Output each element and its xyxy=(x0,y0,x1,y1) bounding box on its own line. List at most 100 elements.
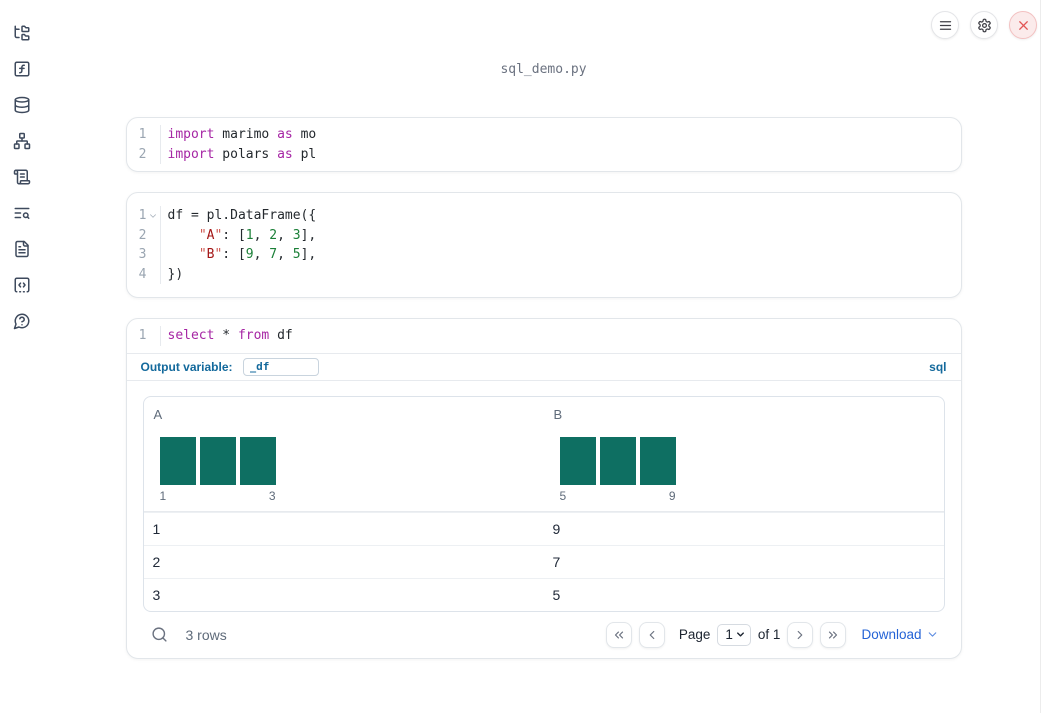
function-square-icon xyxy=(14,61,30,77)
network-icon xyxy=(13,132,31,150)
table-cell: 5 xyxy=(552,586,561,603)
column-histogram[interactable] xyxy=(559,436,934,485)
code-editor[interactable]: 1 2 import marimo as mo import polars as pl xyxy=(127,118,961,171)
line-number-text: 4 xyxy=(138,266,147,282)
code-line: "B": [9, 7, 5], xyxy=(198,247,317,262)
line-number-gutter: 1 2 3 4 xyxy=(127,206,161,284)
code-lines: df = pl.DataFrame({ "A": [1, 2, 3], "B":… xyxy=(161,206,317,284)
chevron-left-icon xyxy=(649,630,655,639)
table-footer: 3 rows Page 1 of 1 Download xyxy=(143,612,945,658)
sidebar-item-data-sources[interactable] xyxy=(13,96,31,114)
fold-slot-empty xyxy=(147,125,160,145)
page-select-value: 1 xyxy=(725,627,733,642)
fold-slot-empty xyxy=(147,226,160,246)
code-cell-imports: 1 2 import marimo as mo import polars as pl xyxy=(125,117,962,172)
output-variable-input[interactable] xyxy=(242,357,319,376)
file-text-icon xyxy=(15,240,29,258)
cells-container: 1 2 import marimo as mo import polars as pl… xyxy=(125,117,962,659)
column-name[interactable]: B xyxy=(554,407,563,422)
chevron-down-icon xyxy=(736,632,744,637)
histogram-range-labels: 13 xyxy=(160,489,276,503)
sidebar-item-help[interactable] xyxy=(13,312,31,330)
page-label: Page xyxy=(678,627,711,642)
line-number: 4 xyxy=(127,265,160,285)
row-count: 3 rows xyxy=(185,626,227,643)
notebook-main: sql_demo.py 1 2 import marimo as mo import … xyxy=(44,0,1043,713)
histogram-bar xyxy=(239,436,276,485)
output-variable-row: Output variable: sql xyxy=(126,352,961,381)
text-search-icon xyxy=(14,207,30,219)
column-histogram[interactable] xyxy=(159,436,534,485)
fold-slot-empty xyxy=(147,245,160,265)
search-icon xyxy=(151,627,167,642)
code-line: df = pl.DataFrame({ xyxy=(167,208,317,223)
table-row: 35 xyxy=(143,577,944,611)
sidebar-item-outline[interactable] xyxy=(13,168,31,186)
code-lines: import marimo as mo import polars as pl xyxy=(161,125,317,164)
line-number: 1 xyxy=(127,125,160,145)
code-cell-dataframe: 1 2 3 4 df = pl.DataFrame({ "A": [1, 2, 3], … xyxy=(125,192,962,298)
pagination: Page 1 of 1 Download xyxy=(605,621,939,648)
code-square-dashed-icon xyxy=(14,277,30,293)
code-editor[interactable]: 1 select * from df xyxy=(127,319,961,353)
sidebar-item-documentation[interactable] xyxy=(13,240,31,258)
sidebar-item-variables[interactable] xyxy=(13,60,31,78)
next-page-button[interactable] xyxy=(787,621,814,648)
chevron-down-icon[interactable] xyxy=(148,211,158,221)
fold-slot-empty xyxy=(147,145,160,165)
line-number-text: 2 xyxy=(138,227,147,243)
histogram-bar xyxy=(599,436,636,485)
column-header: B 59 xyxy=(544,397,944,511)
line-number-gutter: 1 xyxy=(127,326,161,346)
code-line: }) xyxy=(167,266,184,282)
line-number-text: 1 xyxy=(138,127,147,142)
chevrons-left-icon xyxy=(614,631,623,638)
language-badge: sql xyxy=(929,359,947,374)
code-editor[interactable]: 1 2 3 4 df = pl.DataFrame({ "A": [1, 2, 3], … xyxy=(127,193,961,297)
table-header-row: A 13 B 59 xyxy=(143,397,944,512)
table-row: 19 xyxy=(143,511,944,545)
helper-panel-sidebar xyxy=(0,0,44,713)
histogram-bar xyxy=(199,436,236,485)
line-number-text: 1 xyxy=(138,208,147,223)
last-page-button[interactable] xyxy=(820,621,847,648)
histogram-bar xyxy=(159,436,196,485)
table-cell: 7 xyxy=(552,553,561,570)
sidebar-item-file-explorer[interactable] xyxy=(13,24,31,42)
fold-slot-empty xyxy=(147,265,160,285)
previous-page-button[interactable] xyxy=(638,621,665,648)
line-number-text: 2 xyxy=(138,146,147,162)
line-number: 2 xyxy=(127,145,160,165)
search-button[interactable] xyxy=(151,625,171,645)
table-cell: 9 xyxy=(552,520,561,537)
page-select[interactable]: 1 xyxy=(717,623,751,646)
sql-cell: 1select * from dfOutput variable:sql A 13 B… xyxy=(125,318,962,659)
histogram-range-labels: 59 xyxy=(560,489,676,503)
code-line: "A": [1, 2, 3], xyxy=(198,227,317,243)
page-total-label: of 1 xyxy=(757,627,781,642)
first-page-button[interactable] xyxy=(605,621,632,648)
scroll-text-icon xyxy=(13,169,31,185)
help-bubble-icon xyxy=(13,313,30,330)
histogram-min-label: 1 xyxy=(159,488,167,503)
column-name[interactable]: A xyxy=(154,407,163,422)
histogram-bar xyxy=(559,436,596,485)
table-row: 27 xyxy=(143,544,944,578)
notebook-filename: sql_demo.py xyxy=(500,62,587,77)
download-button[interactable]: Download xyxy=(861,627,938,642)
sidebar-item-dependencies[interactable] xyxy=(13,132,31,150)
chevrons-right-icon xyxy=(829,631,838,638)
chevron-right-icon xyxy=(798,630,803,639)
sidebar-item-snippets[interactable] xyxy=(13,276,31,294)
code-line: import polars as pl xyxy=(167,146,317,162)
line-number-text: 1 xyxy=(138,328,147,343)
table-cell: 2 xyxy=(152,553,161,570)
line-number: 2 xyxy=(127,226,160,246)
histogram-min-label: 5 xyxy=(559,488,567,503)
download-label: Download xyxy=(861,627,922,642)
table-cell: 1 xyxy=(152,520,161,537)
line-number: 1 xyxy=(127,326,160,346)
sidebar-item-logs[interactable] xyxy=(13,204,31,222)
line-number-text: 3 xyxy=(138,247,147,262)
folder-tree-icon xyxy=(14,25,30,41)
